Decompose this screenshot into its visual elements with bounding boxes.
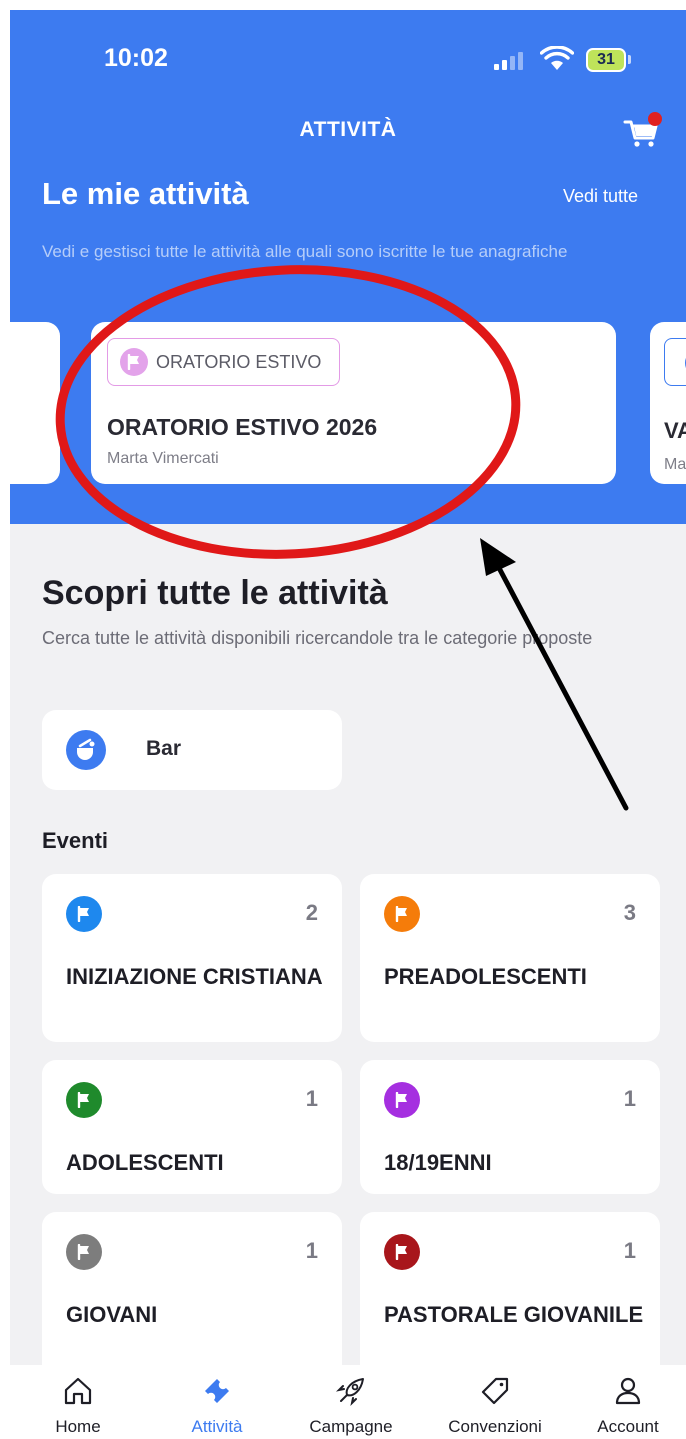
event-label: PASTORALE GIOVANILE (384, 1302, 644, 1327)
event-label: 18/19ENNI (384, 1150, 492, 1175)
cart-icon[interactable] (622, 110, 662, 150)
category-chip: ORATORIO ESTIVO (107, 338, 341, 386)
flag-icon (66, 896, 102, 932)
tab-account[interactable]: Account (578, 1365, 678, 1439)
event-card-iniziazione-cristiana[interactable]: 2 INIZIAZIONE CRISTIANA (42, 874, 342, 1042)
see-all-link[interactable]: Vedi tutte (563, 186, 638, 207)
tab-label: Account (597, 1417, 659, 1436)
event-count: 1 (623, 1086, 636, 1111)
notification-dot (648, 112, 662, 126)
ticket-icon (205, 1379, 229, 1403)
activity-card-previous[interactable] (10, 322, 60, 484)
event-count: 1 (305, 1238, 318, 1263)
annotation-arrow-head (480, 538, 516, 576)
flag-icon (384, 896, 420, 932)
cellular-signal-icon (494, 52, 534, 70)
flag-icon (384, 1234, 420, 1270)
category-chip-label: ORATORIO ESTIVO (156, 351, 322, 372)
tag-icon (481, 1377, 509, 1405)
event-label: GIOVANI (66, 1302, 158, 1327)
rocket-icon (335, 1378, 364, 1407)
tab-convenzioni[interactable]: Convenzioni (426, 1365, 564, 1439)
battery-indicator: 31 (586, 48, 626, 72)
battery-tip (628, 55, 631, 64)
event-card-adolescenti[interactable]: 1 ADOLESCENTI (42, 1060, 342, 1194)
event-label: INIZIAZIONE CRISTIANA (66, 964, 323, 989)
tab-attivita[interactable]: Attività (165, 1365, 269, 1439)
activity-title: VA (664, 418, 686, 443)
events-title: Eventi (42, 828, 109, 853)
activity-card-next[interactable]: VA Ma (650, 322, 686, 484)
activity-person: Marta Vimercati (107, 450, 219, 467)
bar-icon (66, 730, 106, 770)
event-card-18-19enni[interactable]: 1 18/19ENNI (360, 1060, 660, 1194)
event-label: PREADOLESCENTI (384, 964, 587, 989)
activity-card[interactable]: ORATORIO ESTIVO ORATORIO ESTIVO 2026 Mar… (91, 322, 616, 484)
event-count: 3 (623, 900, 636, 925)
activity-title: ORATORIO ESTIVO 2026 (107, 414, 378, 440)
bar-label: Bar (146, 737, 182, 760)
tab-campagne[interactable]: Campagne (292, 1365, 410, 1439)
discover-subtitle: Cerca tutte le attività disponibili rice… (42, 628, 593, 648)
user-icon (615, 1377, 641, 1405)
flag-icon (66, 1082, 102, 1118)
tab-label: Campagne (309, 1417, 393, 1436)
home-icon (64, 1377, 92, 1405)
bar-category-button[interactable]: Bar (42, 710, 342, 790)
activity-person: Ma (664, 456, 686, 473)
bottom-tab-bar: Home Attività Campagne Convenzioni Accou… (10, 1365, 686, 1439)
my-activities-title: Le mie attività (42, 176, 249, 211)
event-label: ADOLESCENTI (66, 1150, 224, 1175)
tab-label: Attività (191, 1417, 243, 1436)
flag-icon (120, 348, 148, 376)
annotation-arrow (495, 563, 629, 811)
header: 10:02 31 ATTIVITÀ Le mie attività Vedi t… (10, 10, 686, 524)
app-screen: 10:02 31 ATTIVITÀ Le mie attività Vedi t… (10, 10, 686, 1439)
event-count: 1 (623, 1238, 636, 1263)
tab-label: Home (55, 1417, 101, 1436)
event-count: 1 (305, 1086, 318, 1111)
wifi-icon (540, 46, 574, 70)
flag-icon (66, 1234, 102, 1270)
flag-icon (384, 1082, 420, 1118)
status-time: 10:02 (104, 44, 168, 72)
page-title: ATTIVITÀ (299, 118, 397, 141)
category-chip (664, 338, 686, 386)
discover-title: Scopri tutte le attività (42, 574, 388, 612)
event-count: 2 (305, 900, 318, 925)
event-card-preadolescenti[interactable]: 3 PREADOLESCENTI (360, 874, 660, 1042)
tab-home[interactable]: Home (30, 1365, 126, 1439)
tab-label: Convenzioni (448, 1417, 542, 1436)
my-activities-subtitle: Vedi e gestisci tutte le attività alle q… (42, 242, 568, 261)
